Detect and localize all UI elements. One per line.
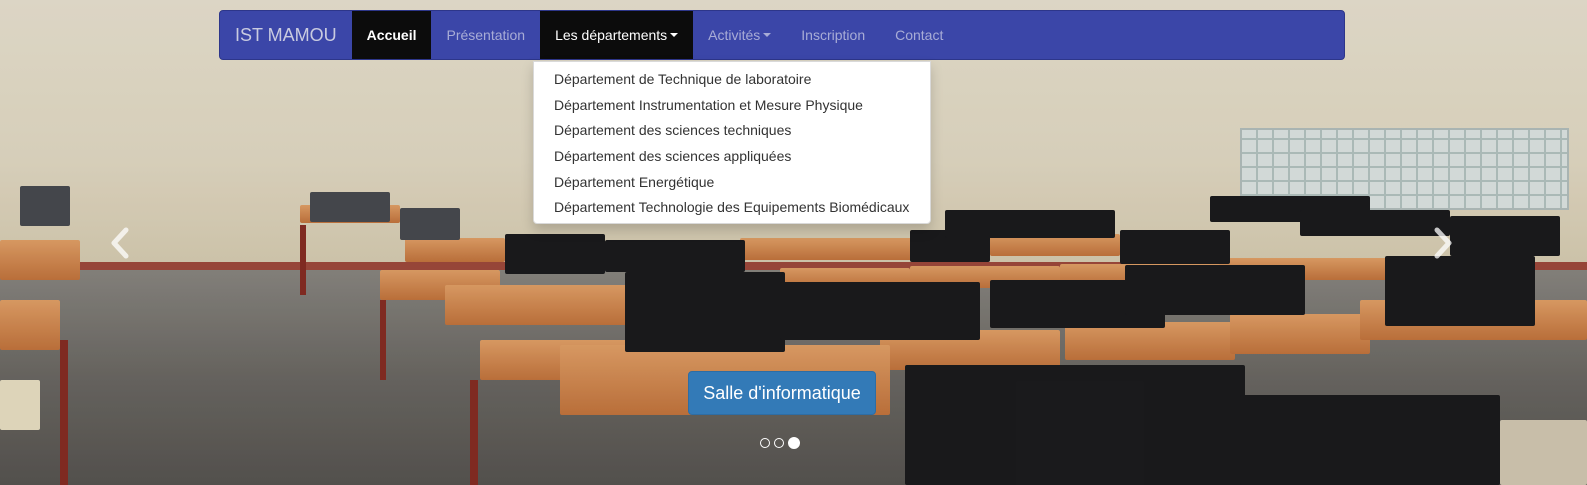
nav-item-label: Accueil: [366, 27, 417, 43]
carousel-prev-button[interactable]: [100, 222, 140, 266]
brand-logo-link[interactable]: IST MAMOU: [220, 11, 352, 59]
nav-item-departements[interactable]: Les départements: [540, 11, 694, 59]
carousel-indicator-2[interactable]: [774, 438, 784, 448]
carousel-indicator-3[interactable]: [788, 437, 800, 449]
caret-down-icon: [670, 33, 679, 37]
dropdown-item-energetique[interactable]: Département Energétique: [534, 170, 930, 196]
chevron-left-icon: [111, 227, 129, 259]
nav-item-label: Présentation: [446, 27, 526, 43]
carousel-indicator-1[interactable]: [760, 438, 770, 448]
departements-dropdown-menu: Département de Technique de laboratoire …: [533, 61, 931, 224]
nav-item-presentation[interactable]: Présentation: [431, 11, 540, 59]
nav-item-contact[interactable]: Contact: [880, 11, 958, 59]
nav-item-label: Les départements: [555, 27, 668, 43]
main-navbar: IST MAMOU Accueil Présentation Les dépar…: [219, 10, 1345, 60]
dropdown-item-technique-laboratoire[interactable]: Département de Technique de laboratoire: [534, 67, 930, 93]
nav-item-accueil[interactable]: Accueil: [351, 11, 432, 59]
nav-item-label: Contact: [895, 27, 944, 43]
dropdown-item-instrumentation-mesure[interactable]: Département Instrumentation et Mesure Ph…: [534, 93, 930, 119]
carousel-caption-button[interactable]: Salle d'informatique: [688, 371, 876, 415]
nav-item-inscription[interactable]: Inscription: [786, 11, 880, 59]
caret-down-icon: [763, 33, 772, 37]
dropdown-item-equipements-biomedicaux[interactable]: Département Technologie des Equipements …: [534, 195, 930, 221]
nav-item-activites[interactable]: Activités: [693, 11, 786, 59]
chevron-right-icon: [1434, 227, 1452, 259]
dropdown-item-sciences-appliquees[interactable]: Département des sciences appliquées: [534, 144, 930, 170]
nav-item-label: Inscription: [801, 27, 866, 43]
carousel-indicators: [760, 437, 800, 449]
nav-item-label: Activités: [708, 27, 761, 43]
carousel-next-button[interactable]: [1423, 222, 1463, 266]
dropdown-item-sciences-techniques[interactable]: Département des sciences techniques: [534, 118, 930, 144]
